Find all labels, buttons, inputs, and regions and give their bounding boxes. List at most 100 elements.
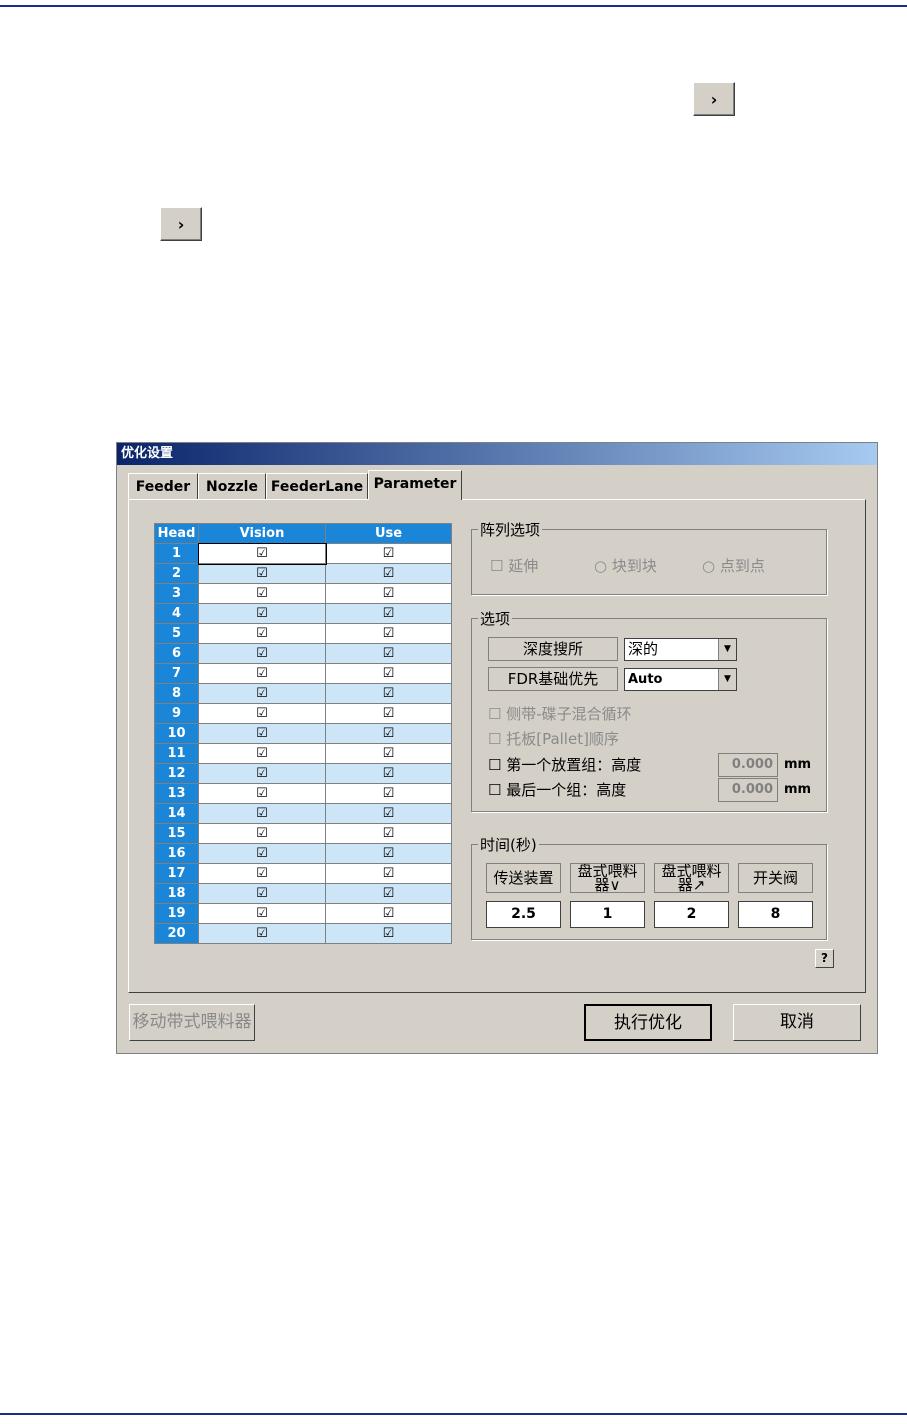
vision-checkbox[interactable]: ☑ <box>198 623 326 644</box>
use-checkbox[interactable]: ☑ <box>325 603 452 624</box>
top-rule <box>0 5 907 7</box>
optimize-settings-dialog: 优化设置 Feeder Nozzle FeederLane Parameter … <box>116 442 878 1054</box>
bottom-rule <box>0 1413 907 1415</box>
vision-checkbox[interactable]: ☑ <box>198 803 326 824</box>
use-checkbox[interactable]: ☑ <box>325 783 452 804</box>
use-checkbox[interactable]: ☑ <box>325 563 452 584</box>
tab-feeder[interactable]: Feeder <box>128 473 198 499</box>
use-checkbox[interactable]: ☑ <box>325 623 452 644</box>
dialog-title: 优化设置 <box>117 443 877 465</box>
head-number: 7 <box>154 663 199 684</box>
vision-checkbox[interactable]: ☑ <box>198 603 326 624</box>
table-row: 9 ☑ ☑ <box>154 703 452 724</box>
conveyor-time-field[interactable]: 2.5 <box>486 901 561 928</box>
vision-checkbox[interactable]: ☑ <box>198 763 326 784</box>
help-button[interactable]: ? <box>815 949 834 968</box>
table-row: 18 ☑ ☑ <box>154 883 452 904</box>
move-feeder-button[interactable]: 移动带式喂料器 <box>129 1004 255 1041</box>
vision-checkbox[interactable]: ☑ <box>198 703 326 724</box>
chevron-down-icon[interactable]: ▼ <box>718 639 736 660</box>
options-title: 选项 <box>478 608 513 629</box>
use-checkbox[interactable]: ☑ <box>325 763 452 784</box>
tab-parameter[interactable]: Parameter <box>368 470 462 500</box>
head-number: 5 <box>154 623 199 644</box>
vision-checkbox[interactable]: ☑ <box>198 743 326 764</box>
head-number: 13 <box>154 783 199 804</box>
depth-search-value: 深的 <box>628 640 659 658</box>
column-header-use: Use <box>325 523 452 544</box>
use-checkbox[interactable]: ☑ <box>325 723 452 744</box>
extend-checkbox[interactable]: ☐ 延伸 <box>490 555 538 576</box>
vision-checkbox[interactable]: ☑ <box>198 903 326 924</box>
column-header-head: Head <box>154 523 199 544</box>
table-row: 13 ☑ ☑ <box>154 783 452 804</box>
use-checkbox[interactable]: ☑ <box>325 543 452 564</box>
side-tray-mix-checkbox[interactable]: ☐ 侧带-碟子混合循环 <box>488 703 632 724</box>
next-arrow-button[interactable]: › <box>693 82 735 116</box>
use-checkbox[interactable]: ☑ <box>325 703 452 724</box>
first-group-height-checkbox[interactable]: ☐ 第一个放置组：高度 <box>488 754 641 775</box>
vision-checkbox[interactable]: ☑ <box>198 863 326 884</box>
first-height-field[interactable]: 0.000 <box>718 753 778 777</box>
next-arrow-button[interactable]: › <box>160 207 202 241</box>
time-title: 时间(秒) <box>478 834 539 855</box>
head-number: 10 <box>154 723 199 744</box>
chevron-right-icon: › <box>710 89 718 109</box>
use-checkbox[interactable]: ☑ <box>325 683 452 704</box>
chevron-down-icon[interactable]: ▼ <box>718 669 736 690</box>
head-number: 14 <box>154 803 199 824</box>
use-checkbox[interactable]: ☑ <box>325 743 452 764</box>
vision-checkbox[interactable]: ☑ <box>197 542 327 565</box>
vision-checkbox[interactable]: ☑ <box>198 723 326 744</box>
use-checkbox[interactable]: ☑ <box>325 823 452 844</box>
array-options-title: 阵列选项 <box>478 519 543 540</box>
use-checkbox[interactable]: ☑ <box>325 843 452 864</box>
cancel-button[interactable]: 取消 <box>733 1004 861 1041</box>
use-checkbox[interactable]: ☑ <box>325 583 452 604</box>
tray-feeder-down-time-field[interactable]: 1 <box>570 901 645 928</box>
table-row: 20 ☑ ☑ <box>154 923 452 944</box>
vision-checkbox[interactable]: ☑ <box>198 643 326 664</box>
last-height-field[interactable]: 0.000 <box>718 778 778 802</box>
vision-checkbox[interactable]: ☑ <box>198 583 326 604</box>
use-checkbox[interactable]: ☑ <box>325 923 452 944</box>
vision-checkbox[interactable]: ☑ <box>198 563 326 584</box>
last-height-unit: mm <box>784 782 812 797</box>
optimize-button[interactable]: 执行优化 <box>584 1004 712 1041</box>
vision-checkbox[interactable]: ☑ <box>198 823 326 844</box>
use-checkbox[interactable]: ☑ <box>325 643 452 664</box>
vision-checkbox[interactable]: ☑ <box>198 663 326 684</box>
block-to-block-label: 块到块 <box>611 557 657 575</box>
depth-search-label: 深度搜所 <box>488 637 618 661</box>
block-to-block-radio[interactable]: ○ 块到块 <box>594 555 657 576</box>
tray-feeder-up-time-field[interactable]: 2 <box>654 901 729 928</box>
vision-checkbox[interactable]: ☑ <box>198 883 326 904</box>
side-tray-mix-label: 侧带-碟子混合循环 <box>506 705 632 723</box>
vision-checkbox[interactable]: ☑ <box>198 683 326 704</box>
chevron-right-icon: › <box>177 214 185 234</box>
tab-feederlane[interactable]: FeederLane <box>266 473 368 499</box>
head-number: 4 <box>154 603 199 624</box>
use-checkbox[interactable]: ☑ <box>325 663 452 684</box>
pallet-order-checkbox[interactable]: ☐ 托板[Pallet]顺序 <box>488 728 619 749</box>
switch-valve-time-field[interactable]: 8 <box>738 901 813 928</box>
use-checkbox[interactable]: ☑ <box>325 883 452 904</box>
depth-search-select[interactable]: 深的 ▼ <box>624 638 737 661</box>
fdr-priority-select[interactable]: Auto ▼ <box>624 668 737 691</box>
vision-checkbox[interactable]: ☑ <box>198 843 326 864</box>
vision-checkbox[interactable]: ☑ <box>198 923 326 944</box>
tab-nozzle[interactable]: Nozzle <box>198 473 266 499</box>
use-checkbox[interactable]: ☑ <box>325 863 452 884</box>
use-checkbox[interactable]: ☑ <box>325 803 452 824</box>
table-row: 2 ☑ ☑ <box>154 563 452 584</box>
last-group-height-checkbox[interactable]: ☐ 最后一个组：高度 <box>488 779 626 800</box>
first-group-height-label: 第一个放置组：高度 <box>506 756 642 774</box>
point-to-point-radio[interactable]: ○ 点到点 <box>702 555 765 576</box>
pallet-order-label: 托板[Pallet]顺序 <box>506 730 619 748</box>
table-row: 4 ☑ ☑ <box>154 603 452 624</box>
fdr-priority-label: FDR基础优先 <box>488 667 618 691</box>
vision-checkbox[interactable]: ☑ <box>198 783 326 804</box>
head-table: Head Vision Use 1 ☑ ☑ 2 ☑ ☑ 3 ☑ ☑ 4 ☑ ☑ 5 ☑ ☑ 6 ☑ ☑ 7 ☑ ☑ 8 ☑ ☑… <box>154 523 452 944</box>
use-checkbox[interactable]: ☑ <box>325 903 452 924</box>
conveyor-label: 传送装置 <box>486 863 561 893</box>
